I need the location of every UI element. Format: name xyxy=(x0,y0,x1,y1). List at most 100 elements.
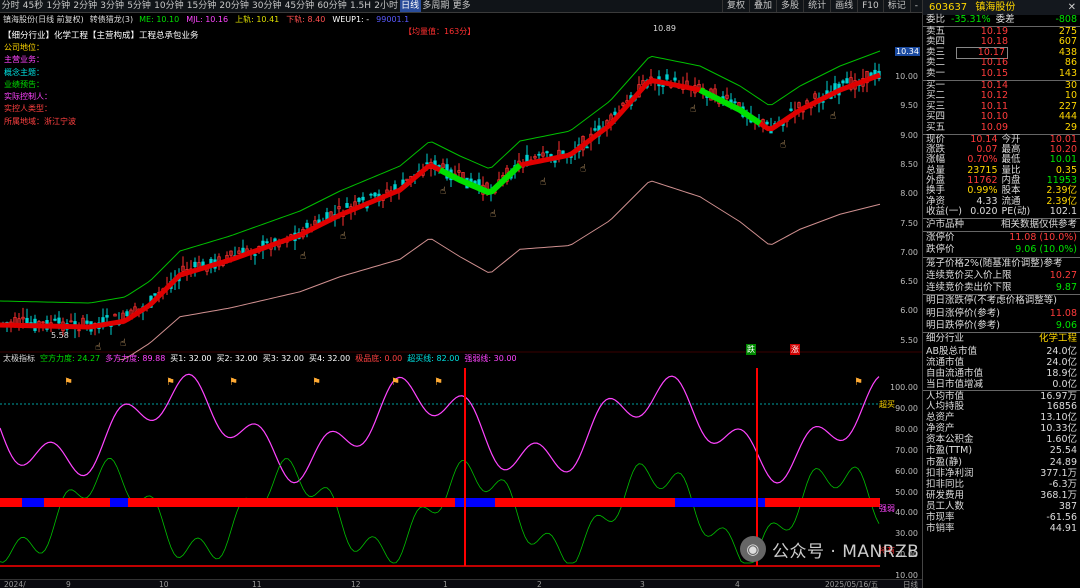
candle-body xyxy=(789,108,793,111)
toolbar-button[interactable]: 统计 xyxy=(803,0,830,12)
period-tab[interactable]: 60分钟 xyxy=(316,0,349,12)
price-axis-tick: 8.50 xyxy=(900,159,918,169)
value: 10.33亿 xyxy=(1040,423,1077,435)
candle-body xyxy=(613,111,617,116)
period-tab[interactable]: 多周期 xyxy=(421,0,451,12)
hand-pointer-icon: ☝ xyxy=(830,111,836,122)
finance-row: 研发费用 368.1万 xyxy=(923,490,1080,501)
strength-segment xyxy=(128,498,455,507)
period-tab[interactable]: 1.5H xyxy=(348,0,372,12)
label: 研发费用 xyxy=(926,489,965,501)
indicator-axis-tick: 50.00 xyxy=(895,487,918,497)
value: 相关数据仅供参考 xyxy=(1000,218,1077,230)
period-tab[interactable]: 2小时 xyxy=(373,0,400,12)
buy-signal-icon: ⚑ xyxy=(434,377,443,388)
period-tab[interactable]: 45秒 xyxy=(21,0,45,12)
toolbar-button[interactable]: 多股 xyxy=(776,0,803,12)
candle-body xyxy=(193,261,197,268)
label: 涨停价 xyxy=(926,231,955,243)
ask-vol: 143 xyxy=(1058,67,1077,79)
next-day-row: 明日跌停价(参考) 9.06 xyxy=(923,320,1080,332)
date-axis: 2024/9 10 11 12 1 2 3 4 2025/05/16/五 日线 xyxy=(0,579,922,588)
toolbar-button[interactable]: F10 xyxy=(857,0,883,12)
period-tab[interactable]: 5分钟 xyxy=(126,0,153,12)
value: -808 xyxy=(1055,14,1077,25)
label: 员工人数 xyxy=(926,500,965,512)
period-tab[interactable]: 2分钟 xyxy=(72,0,99,12)
label: 明日跌停价(参考) xyxy=(926,320,1000,332)
close-icon[interactable]: ✕ xyxy=(1068,0,1076,15)
period-tab[interactable]: 日线 xyxy=(399,0,421,12)
strength-segment xyxy=(0,498,22,507)
hand-pointer-icon: ☝ xyxy=(580,164,586,175)
candle-body xyxy=(373,192,377,197)
label: 沪市品种 xyxy=(926,218,965,230)
value: 16856 xyxy=(1046,401,1077,413)
value: 387 xyxy=(1058,500,1077,512)
hand-pointer-icon: ☝ xyxy=(440,186,446,197)
period-tab[interactable]: 1分钟 xyxy=(45,0,72,12)
finance-row: 当日市值增减 0.0亿 xyxy=(923,379,1080,390)
limit-up-row: 涨停价 11.08 (10.0%) xyxy=(923,232,1080,244)
finance-row: 人均持股 16856 xyxy=(923,401,1080,412)
toolbar-button[interactable]: 叠加 xyxy=(749,0,776,12)
limit-down-row: 跌停价 9.06 (10.0%) xyxy=(923,244,1080,256)
buy-signal-icon: ⚑ xyxy=(229,377,238,388)
stock-code: 603637 xyxy=(929,2,968,13)
period-tab[interactable]: 分时 xyxy=(0,0,21,12)
watermark-text: 公众号 · MANRZB xyxy=(772,541,920,562)
period-tab[interactable]: 20分钟 xyxy=(218,0,251,12)
toolbar-button[interactable]: 标记 xyxy=(882,0,910,12)
candle-body xyxy=(53,318,57,321)
quote-cell: PE(动) 102.1 xyxy=(1002,206,1078,217)
bid-row[interactable]: 买五 10.09 29 xyxy=(923,121,1080,134)
toolbar-button[interactable]: 复权 xyxy=(722,0,749,12)
period-tab[interactable]: 15分钟 xyxy=(185,0,218,12)
date-tick: 11 xyxy=(252,579,262,588)
value: 377.1万 xyxy=(1040,467,1077,479)
value: 16.97万 xyxy=(1040,391,1077,402)
toolbar-button[interactable]: 画线 xyxy=(830,0,857,12)
ask-row[interactable]: 卖一 10.15 143 xyxy=(923,67,1080,80)
indicator-axis-tick: 70.00 xyxy=(895,445,918,455)
label: 市现率 xyxy=(926,512,955,524)
period-tab[interactable]: 10分钟 xyxy=(153,0,186,12)
finance-row: 员工人数 387 xyxy=(923,501,1080,512)
candle-body xyxy=(153,293,157,296)
finance-row: 自由流通市值 18.9亿 xyxy=(923,368,1080,379)
hand-pointer-icon: ☝ xyxy=(490,209,496,220)
period-tab[interactable]: 更多 xyxy=(451,0,472,12)
strength-segment xyxy=(765,498,880,507)
bid-vol: 29 xyxy=(1064,121,1077,133)
buy-signal-icon: ⚑ xyxy=(64,377,73,388)
next-day-row: 明日涨跌停(不考虑价格调整等) xyxy=(923,295,1080,307)
label: 委差 xyxy=(995,14,1015,25)
indicator-axis-tick: 90.00 xyxy=(895,403,918,413)
value: 11.08 xyxy=(1049,307,1077,319)
date-tick: 2024/ xyxy=(4,579,26,588)
toolbar-button[interactable]: - xyxy=(909,0,922,12)
period-tab[interactable]: 30分钟 xyxy=(250,0,283,12)
value: 24.0亿 xyxy=(1046,356,1077,368)
value: 9.06 (10.0%) xyxy=(1015,244,1077,256)
label: 总资产 xyxy=(926,412,955,424)
strength-segment xyxy=(22,498,44,507)
value: -61.56 xyxy=(1046,512,1077,524)
finance-row: 市现率 -61.56 xyxy=(923,512,1080,523)
price-axis-tick: 6.50 xyxy=(900,277,918,287)
high-price-label: 10.89 xyxy=(653,24,676,33)
low-price-label: 5.58 xyxy=(51,331,69,340)
current-price-tag: 10.34 xyxy=(895,47,920,56)
candle-body xyxy=(125,311,129,317)
date-tick: 日线 xyxy=(903,579,918,588)
indicator-axis-tick: 40.00 xyxy=(895,508,918,518)
bid-pr: 10.09 xyxy=(980,121,1008,133)
stock-header: 603637 镇海股份 ✕ xyxy=(922,0,1080,15)
label: 自由流通市值 xyxy=(926,367,984,379)
period-tab[interactable]: 45分钟 xyxy=(283,0,316,12)
date-tick: 1 xyxy=(443,579,448,588)
candle-body xyxy=(57,317,61,324)
kline-chart[interactable]: ☝ ☝ ☝ ☝ ☝ ☝ ☝ ☝ ☝ ☝ ☝ xyxy=(0,13,922,360)
period-tab[interactable]: 3分钟 xyxy=(99,0,126,12)
value: 24.0亿 xyxy=(1046,345,1077,357)
